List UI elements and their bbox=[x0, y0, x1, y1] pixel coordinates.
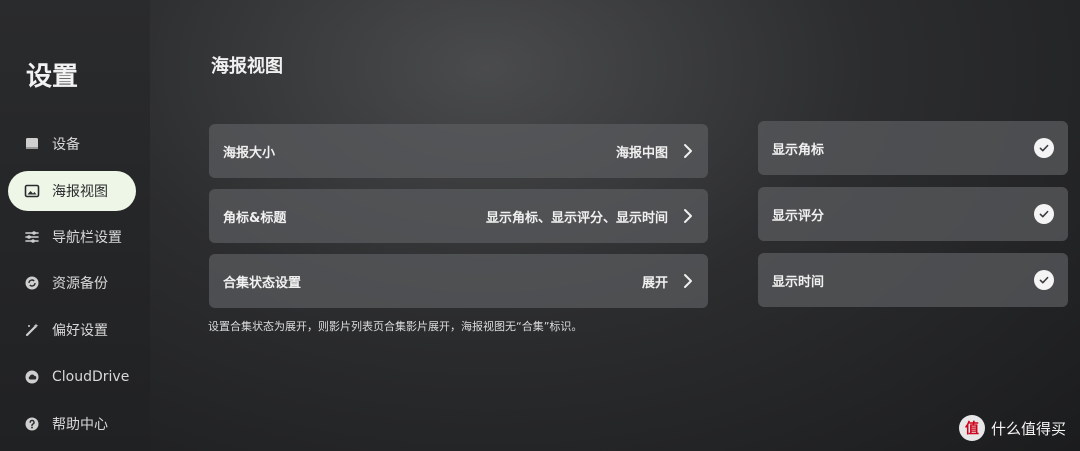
setting-value: 展开 bbox=[641, 275, 668, 291]
checkmark-icon bbox=[1034, 270, 1054, 290]
image-icon bbox=[24, 183, 40, 199]
sidebar-item-label: 帮助中心 bbox=[52, 417, 108, 433]
setting-value: 显示角标、显示评分、显示时间 bbox=[485, 210, 668, 226]
sidebar-item-preferences[interactable]: 偏好设置 bbox=[8, 310, 136, 350]
chevron-right-icon bbox=[682, 273, 694, 289]
setting-label: 合集状态设置 bbox=[223, 275, 302, 291]
sidebar-item-navbar-settings[interactable]: 导航栏设置 bbox=[8, 217, 136, 257]
sidebar-item-help-center[interactable]: 帮助中心 bbox=[8, 404, 136, 444]
sliders-icon bbox=[24, 229, 40, 245]
sidebar-item-resource-backup[interactable]: 资源备份 bbox=[8, 263, 136, 303]
setting-row-collection-state[interactable]: 合集状态设置 展开 bbox=[209, 254, 708, 308]
sidebar-item-label: 设备 bbox=[52, 137, 80, 153]
option-label: 显示角标 bbox=[772, 142, 825, 158]
chevron-right-icon bbox=[682, 208, 694, 224]
checkmark-icon bbox=[1034, 204, 1054, 224]
sidebar-item-device[interactable]: 设备 bbox=[8, 124, 136, 164]
sidebar-item-label: CloudDrive bbox=[52, 369, 130, 385]
watermark: 值 什么值得买 bbox=[958, 415, 1066, 441]
option-show-rating[interactable]: 显示评分 bbox=[758, 187, 1068, 241]
device-icon bbox=[24, 136, 40, 152]
setting-label: 角标&标题 bbox=[223, 210, 287, 226]
page-title: 海报视图 bbox=[211, 56, 283, 77]
option-show-badge[interactable]: 显示角标 bbox=[758, 121, 1068, 175]
sidebar-item-label: 导航栏设置 bbox=[52, 230, 122, 246]
watermark-logo-icon: 值 bbox=[958, 415, 985, 441]
watermark-text: 什么值得买 bbox=[990, 419, 1066, 438]
sidebar-item-clouddrive[interactable]: CloudDrive bbox=[8, 357, 136, 397]
setting-row-poster-size[interactable]: 海报大小 海报中图 bbox=[209, 124, 708, 178]
setting-label: 海报大小 bbox=[223, 145, 276, 161]
option-label: 显示时间 bbox=[772, 274, 825, 290]
sidebar-item-label: 资源备份 bbox=[52, 276, 108, 292]
setting-row-badge-title[interactable]: 角标&标题 显示角标、显示评分、显示时间 bbox=[209, 189, 708, 243]
chevron-right-icon bbox=[682, 143, 694, 159]
option-show-time[interactable]: 显示时间 bbox=[758, 253, 1068, 307]
sidebar: 设置 设备 海报视图 导航栏设置 资源备份 偏好设置 CloudDrive 帮助… bbox=[0, 0, 150, 451]
setting-value: 海报中图 bbox=[615, 145, 668, 161]
option-label: 显示评分 bbox=[772, 208, 825, 224]
help-icon bbox=[24, 416, 40, 432]
sidebar-item-label: 海报视图 bbox=[52, 184, 108, 200]
collection-hint-text: 设置合集状态为展开，则影片列表页合集影片展开，海报视图无“合集”标识。 bbox=[208, 320, 583, 333]
magic-wand-icon bbox=[24, 322, 40, 338]
sidebar-title: 设置 bbox=[26, 62, 79, 92]
sidebar-item-poster-view[interactable]: 海报视图 bbox=[8, 171, 136, 211]
backup-icon bbox=[24, 275, 40, 291]
sidebar-item-label: 偏好设置 bbox=[52, 323, 108, 339]
cloud-drive-icon bbox=[24, 369, 40, 385]
checkmark-icon bbox=[1034, 138, 1054, 158]
